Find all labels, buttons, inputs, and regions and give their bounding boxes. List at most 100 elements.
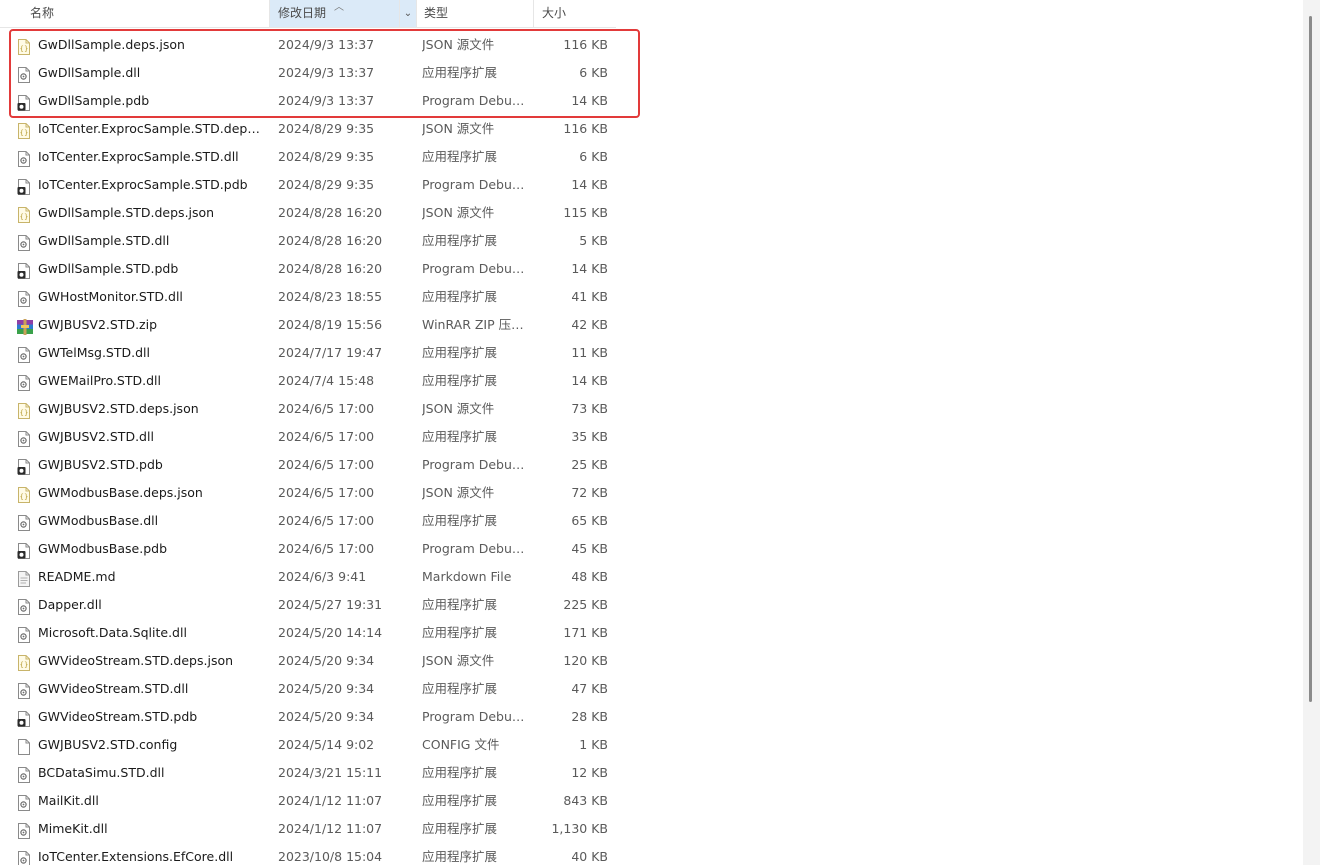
vertical-scrollbar[interactable] — [1303, 0, 1320, 865]
file-name: MailKit.dll — [38, 793, 99, 808]
file-row[interactable]: GWModbusBase.dll 2024/6/5 17:00 应用程序扩展 65 K… — [0, 507, 640, 535]
file-size: 14 KB — [571, 93, 608, 108]
file-size: 47 KB — [571, 681, 608, 696]
file-row[interactable]: MimeKit.dll 2024/1/12 11:07 应用程序扩展 1,130 KB — [0, 815, 640, 843]
scrollbar-thumb[interactable] — [1309, 16, 1312, 702]
json-file-icon: {} — [17, 485, 31, 503]
file-modified-date: 2024/9/3 13:37 — [278, 37, 375, 52]
file-row[interactable]: {} GWVideoStream.STD.deps.json 2024/5/20 9… — [0, 647, 640, 675]
file-icon-cell: {} — [17, 115, 35, 143]
file-row[interactable]: GWModbusBase.pdb 2024/6/5 17:00 Program De… — [0, 535, 640, 563]
file-name: GWTelMsg.STD.dll — [38, 345, 150, 360]
svg-text:{}: {} — [20, 129, 29, 137]
file-modified-date: 2023/10/8 15:04 — [278, 849, 383, 864]
file-name: Dapper.dll — [38, 597, 102, 612]
file-icon-cell — [17, 591, 35, 619]
file-row[interactable]: GWEMailPro.STD.dll 2024/7/4 15:48 应用程序扩展 14… — [0, 367, 640, 395]
column-header-date[interactable]: ︿ 修改日期 — [270, 0, 400, 27]
dll-file-icon — [17, 793, 31, 811]
file-name: GWModbusBase.deps.json — [38, 485, 203, 500]
file-row[interactable]: GwDllSample.STD.pdb 2024/8/28 16:20 Progra… — [0, 255, 640, 283]
file-name: GWJBUSV2.STD.dll — [38, 429, 154, 444]
file-row[interactable]: BCDataSimu.STD.dll 2024/3/21 15:11 应用程序扩展 1… — [0, 759, 640, 787]
file-name: GWVideoStream.STD.pdb — [38, 709, 198, 724]
file-type: JSON 源文件 — [422, 485, 495, 500]
file-row[interactable]: IoTCenter.ExprocSample.STD.dll 2024/8/29 … — [0, 143, 640, 171]
file-type: 应用程序扩展 — [422, 681, 498, 696]
file-size: 5 KB — [579, 233, 608, 248]
file-name: GWHostMonitor.STD.dll — [38, 289, 183, 304]
file-icon-cell — [17, 507, 35, 535]
file-row[interactable]: GWJBUSV2.STD.pdb 2024/6/5 17:00 Program De… — [0, 451, 640, 479]
pdb-file-icon — [17, 261, 31, 279]
file-modified-date: 2024/1/12 11:07 — [278, 821, 383, 836]
file-row[interactable]: {} GwDllSample.STD.deps.json 2024/8/28 16:… — [0, 199, 640, 227]
file-name: GWEMailPro.STD.dll — [38, 373, 161, 388]
file-size: 25 KB — [571, 457, 608, 472]
dll-file-icon — [17, 65, 31, 83]
file-name: GwDllSample.STD.dll — [38, 233, 170, 248]
file-type: 应用程序扩展 — [422, 625, 498, 640]
file-row[interactable]: GWJBUSV2.STD.dll 2024/6/5 17:00 应用程序扩展 35 K… — [0, 423, 640, 451]
file-icon-cell: {} — [17, 479, 35, 507]
file-name: IoTCenter.ExprocSample.STD.deps.js... — [38, 121, 264, 136]
file-explorer-details-view: 名称 ︿ 修改日期 类型 大小 ⌄ {} GwDllSample.deps.jso… — [0, 0, 1320, 865]
file-modified-date: 2024/3/21 15:11 — [278, 765, 383, 780]
file-row[interactable]: {} GwDllSample.deps.json 2024/9/3 13:37 JSO… — [0, 31, 640, 59]
file-size: 73 KB — [571, 401, 608, 416]
svg-text:{}: {} — [20, 45, 29, 53]
file-icon-cell: {} — [17, 199, 35, 227]
config-file-icon — [17, 737, 31, 755]
file-row[interactable]: GWHostMonitor.STD.dll 2024/8/23 18:55 应用程序… — [0, 283, 640, 311]
file-row[interactable]: {} GWJBUSV2.STD.deps.json 2024/6/5 17:00 JS… — [0, 395, 640, 423]
file-size: 1,130 KB — [551, 821, 608, 836]
column-header-type[interactable]: 类型 — [416, 0, 534, 27]
file-name: GWJBUSV2.STD.deps.json — [38, 401, 199, 416]
file-type: 应用程序扩展 — [422, 765, 498, 780]
file-name: GWModbusBase.pdb — [38, 541, 167, 556]
file-row[interactable]: GwDllSample.STD.dll 2024/8/28 16:20 应用程序扩展… — [0, 227, 640, 255]
file-type: Program Debug... — [422, 457, 530, 472]
file-row[interactable]: README.md 2024/6/3 9:41 Markdown File 48 KB — [0, 563, 640, 591]
column-header-name[interactable]: 名称 — [0, 0, 270, 27]
svg-text:{}: {} — [20, 493, 29, 501]
file-row[interactable]: GwDllSample.dll 2024/9/3 13:37 应用程序扩展 6 KB — [0, 59, 640, 87]
file-row[interactable]: {} GWModbusBase.deps.json 2024/6/5 17:00 JS… — [0, 479, 640, 507]
column-header-date-label: 修改日期 — [278, 6, 327, 20]
file-size: 6 KB — [579, 65, 608, 80]
file-icon-cell — [17, 619, 35, 647]
file-row[interactable]: GWJBUSV2.STD.zip 2024/8/19 15:56 WinRAR ZI… — [0, 311, 640, 339]
file-name: GwDllSample.dll — [38, 65, 141, 80]
file-modified-date: 2024/8/28 16:20 — [278, 261, 383, 276]
file-row[interactable]: GWJBUSV2.STD.config 2024/5/14 9:02 CONFIG … — [0, 731, 640, 759]
file-row[interactable]: GwDllSample.pdb 2024/9/3 13:37 Program Deb… — [0, 87, 640, 115]
json-file-icon: {} — [17, 205, 31, 223]
file-type: 应用程序扩展 — [422, 429, 498, 444]
file-row[interactable]: GWTelMsg.STD.dll 2024/7/17 19:47 应用程序扩展 11 … — [0, 339, 640, 367]
file-modified-date: 2024/5/20 9:34 — [278, 709, 375, 724]
file-size: 115 KB — [563, 205, 608, 220]
file-row[interactable]: GWVideoStream.STD.dll 2024/5/20 9:34 应用程序扩… — [0, 675, 640, 703]
file-row[interactable]: Dapper.dll 2024/5/27 19:31 应用程序扩展 225 KB — [0, 591, 640, 619]
file-size: 28 KB — [571, 709, 608, 724]
pdb-file-icon — [17, 177, 31, 195]
file-size: 120 KB — [563, 653, 608, 668]
file-modified-date: 2024/5/27 19:31 — [278, 597, 383, 612]
file-row[interactable]: IoTCenter.Extensions.EfCore.dll 2023/10/8… — [0, 843, 640, 865]
column-header-size[interactable]: 大小 — [534, 0, 616, 27]
file-row[interactable]: GWVideoStream.STD.pdb 2024/5/20 9:34 Progr… — [0, 703, 640, 731]
file-name: GwDllSample.deps.json — [38, 37, 185, 52]
file-icon-cell — [17, 843, 35, 865]
file-modified-date: 2024/8/29 9:35 — [278, 149, 375, 164]
file-row[interactable]: {} IoTCenter.ExprocSample.STD.deps.js... 2… — [0, 115, 640, 143]
file-icon-cell — [17, 423, 35, 451]
file-row[interactable]: IoTCenter.ExprocSample.STD.pdb 2024/8/29 … — [0, 171, 640, 199]
file-row[interactable]: MailKit.dll 2024/1/12 11:07 应用程序扩展 843 KB — [0, 787, 640, 815]
file-type: 应用程序扩展 — [422, 289, 498, 304]
svg-text:{}: {} — [20, 409, 29, 417]
file-modified-date: 2024/5/20 9:34 — [278, 653, 375, 668]
file-name: GwDllSample.pdb — [38, 93, 150, 108]
file-icon-cell — [17, 87, 35, 115]
file-row[interactable]: Microsoft.Data.Sqlite.dll 2024/5/20 14:14… — [0, 619, 640, 647]
column-filter-dropdown[interactable]: ⌄ — [400, 0, 417, 27]
